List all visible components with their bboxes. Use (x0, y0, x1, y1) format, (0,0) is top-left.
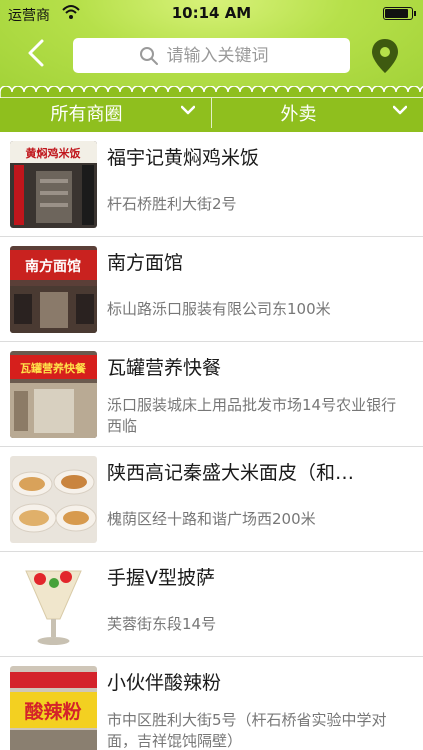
search-icon (139, 46, 158, 65)
restaurant-name: 瓦罐营养快餐 (107, 357, 222, 379)
location-pin-icon[interactable] (370, 38, 400, 74)
filter-district[interactable]: 所有商圈 (0, 92, 211, 132)
sign-text: 南方面馆 (25, 258, 81, 275)
header: 运营商 10:14 AM (0, 0, 423, 92)
filter-bar: 所有商圈 外卖 (0, 86, 423, 132)
sign-text: 酸辣粉 (24, 700, 81, 723)
restaurant-thumbnail (10, 456, 97, 543)
restaurant-thumbnail: 南方面馆 (10, 246, 97, 333)
sign-text: 黄焖鸡米饭 (26, 146, 81, 160)
search-input[interactable] (166, 45, 285, 66)
filter-takeout[interactable]: 外卖 (212, 92, 423, 132)
filter-takeout-label: 外卖 (280, 104, 317, 125)
back-icon[interactable] (22, 38, 52, 68)
restaurant-address: 槐荫区经十路和谐广场西200米 (107, 510, 316, 528)
list-item[interactable]: 黄焖鸡米饭 福宇记黄焖鸡米饭 杆石桥胜利大街2号 (0, 132, 423, 237)
restaurant-thumbnail (10, 561, 97, 648)
restaurant-address: 芙蓉街东段14号 (107, 615, 217, 633)
sign-text: 瓦罐营养快餐 (20, 361, 87, 375)
list-item[interactable]: 手握V型披萨 芙蓉街东段14号 (0, 552, 423, 657)
list-item[interactable]: 陕西高记秦盛大米面皮（和… 槐荫区经十路和谐广场西200米 (0, 447, 423, 552)
chevron-down-icon (393, 105, 407, 115)
status-time: 10:14 AM (171, 4, 252, 22)
restaurant-name: 福宇记黄焖鸡米饭 (107, 147, 260, 169)
restaurant-name: 手握V型披萨 (107, 567, 215, 589)
restaurant-name: 南方面馆 (107, 252, 184, 274)
restaurant-name: 小伙伴酸辣粉 (107, 672, 222, 694)
list-item[interactable]: 南方面馆 南方面馆 标山路泺口服装有限公司东100米 (0, 237, 423, 342)
restaurant-name: 陕西高记秦盛大米面皮（和… (107, 462, 355, 484)
list-item[interactable]: 瓦罐营养快餐 瓦罐营养快餐 泺口服装城床上用品批发市场14号农业银行西临 (0, 342, 423, 447)
battery-icon (383, 7, 416, 20)
list-item[interactable]: 酸辣粉 小伙伴酸辣粉 市中区胜利大街5号（杆石桥省实验中学对面，吉祥馄饨隔壁） (0, 657, 423, 750)
restaurant-address: 市中区胜利大街5号（杆石桥省实验中学对面，吉祥馄饨隔壁） (107, 711, 387, 750)
search-bar[interactable] (73, 38, 350, 73)
status-bar: 运营商 10:14 AM (0, 0, 423, 28)
restaurant-thumbnail: 瓦罐营养快餐 (10, 351, 97, 438)
restaurant-address: 杆石桥胜利大街2号 (107, 195, 237, 213)
restaurant-list: 黄焖鸡米饭 福宇记黄焖鸡米饭 杆石桥胜利大街2号 南方面馆 南方面馆 标山路泺口… (0, 132, 423, 750)
restaurant-thumbnail: 黄焖鸡米饭 (10, 141, 97, 228)
restaurant-address: 标山路泺口服装有限公司东100米 (107, 300, 331, 318)
restaurant-address: 泺口服装城床上用品批发市场14号农业银行西临 (107, 396, 397, 435)
chevron-down-icon (181, 105, 195, 115)
filter-district-label: 所有商圈 (50, 104, 123, 125)
restaurant-thumbnail: 酸辣粉 (10, 666, 97, 750)
